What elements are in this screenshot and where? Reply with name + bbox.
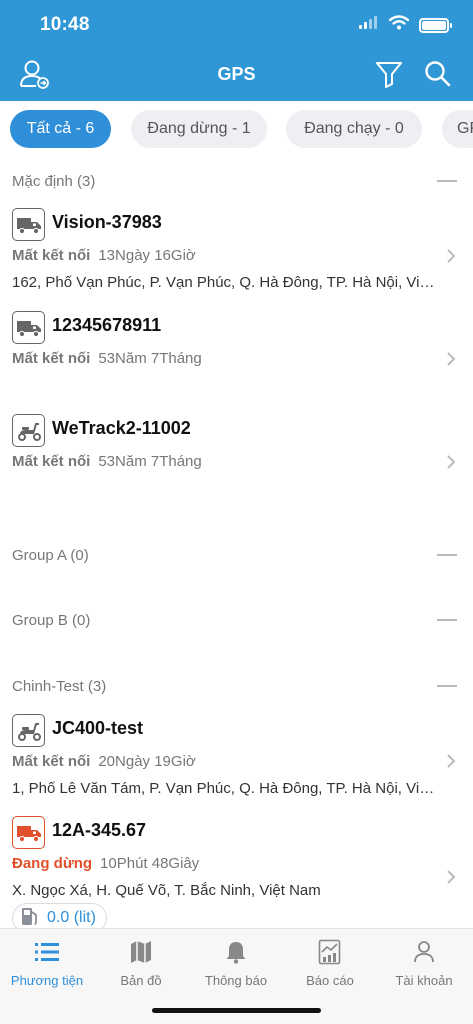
- status-duration: 13Ngày 16Giờ: [98, 247, 196, 264]
- chevron-right-icon: [444, 868, 458, 886]
- device-address: 1, Phố Lê Văn Tám, P. Vạn Phúc, Q. Hà Đô…: [12, 780, 436, 797]
- device-row[interactable]: JC400-test Mất kết nối 20Ngày 19Giờ 1, Ph…: [12, 714, 458, 814]
- bell-icon: [189, 937, 283, 967]
- truck-icon: [12, 816, 45, 849]
- device-name: WeTrack2-11002: [52, 418, 191, 438]
- device-name: JC400-test: [52, 718, 144, 738]
- group-title: Group A (0): [12, 546, 89, 564]
- tab-label: Bản đồ: [120, 973, 162, 988]
- group-title: Mặc định (3): [12, 172, 96, 190]
- group-header-group-b[interactable]: Group B (0): [12, 608, 457, 632]
- user-icon: [377, 937, 471, 967]
- app-header: 10:48 GPS: [0, 0, 473, 101]
- device-row[interactable]: Vision-37983 Mất kết nối 13Ngày 16Giờ 162…: [12, 208, 458, 308]
- report-icon: [283, 937, 377, 967]
- chip-all[interactable]: Tất cả - 6: [10, 110, 111, 148]
- truck-icon: [12, 208, 45, 241]
- tab-account[interactable]: Tài khoản: [377, 937, 471, 988]
- group-title: Group B (0): [12, 611, 91, 629]
- status-filter-chips: Tất cả - 6 Đang dừng - 1 Đang chạy - 0 G…: [0, 101, 473, 159]
- tab-reports[interactable]: Báo cáo: [283, 937, 377, 988]
- status-duration: 53Năm 7Tháng: [98, 453, 202, 470]
- status-label: Đang dừng: [12, 855, 93, 872]
- device-row[interactable]: 12345678911 Mất kết nối 53Năm 7Tháng: [12, 311, 458, 407]
- chip-gps[interactable]: GP: [442, 110, 473, 148]
- collapse-icon: [437, 685, 457, 687]
- device-name: 12A-345.67: [52, 820, 147, 840]
- wifi-icon: [388, 15, 410, 35]
- battery-icon: [419, 17, 452, 33]
- tab-label: Thông báo: [204, 973, 268, 988]
- scooter-icon: [12, 414, 45, 447]
- device-address: X. Ngọc Xá, H. Quế Võ, T. Bắc Ninh, Việt…: [12, 882, 321, 899]
- device-status: Đang dừng 10Phút 48Giây: [12, 855, 199, 872]
- truck-icon: [12, 311, 45, 344]
- status-duration: 20Ngày 19Giờ: [98, 753, 196, 770]
- device-row[interactable]: 12A-345.67 Đang dừng 10Phút 48Giây X. Ngọ…: [12, 816, 458, 933]
- tab-label: Tài khoản: [395, 973, 453, 988]
- group-header-chinh-test[interactable]: Chinh-Test (3): [12, 674, 457, 698]
- scooter-icon: [12, 714, 45, 747]
- status-label: Mất kết nối: [12, 453, 91, 470]
- tab-vehicles[interactable]: Phương tiện: [0, 937, 94, 988]
- filter-button[interactable]: [373, 60, 405, 92]
- filter-icon: [375, 60, 403, 93]
- status-label: Mất kết nối: [12, 247, 91, 264]
- fuel-pump-icon: [21, 906, 39, 931]
- signal-icon: [359, 16, 379, 34]
- status-time: 10:48: [40, 14, 90, 35]
- device-name: 12345678911: [52, 315, 162, 335]
- device-address: 162, Phố Vạn Phúc, P. Vạn Phúc, Q. Hà Đô…: [12, 274, 436, 291]
- chip-stopped[interactable]: Đang dừng - 1: [131, 110, 267, 148]
- map-icon: [94, 937, 188, 967]
- chip-running[interactable]: Đang chạy - 0: [286, 110, 422, 148]
- device-status: Mất kết nối 13Ngày 16Giờ: [12, 247, 196, 264]
- chevron-right-icon: [444, 453, 458, 471]
- device-status: Mất kết nối 20Ngày 19Giờ: [12, 753, 196, 770]
- home-indicator: [152, 1008, 321, 1013]
- status-duration: 53Năm 7Tháng: [98, 350, 202, 367]
- collapse-icon: [437, 554, 457, 556]
- device-status: Mất kết nối 53Năm 7Tháng: [12, 453, 202, 470]
- chevron-right-icon: [444, 247, 458, 265]
- device-status: Mất kết nối 53Năm 7Tháng: [12, 350, 202, 367]
- status-label: Mất kết nối: [12, 350, 91, 367]
- search-icon: [424, 60, 452, 93]
- group-header-group-a[interactable]: Group A (0): [12, 543, 457, 567]
- tab-notifications[interactable]: Thông báo: [189, 937, 283, 988]
- device-name: Vision-37983: [52, 212, 162, 232]
- group-title: Chinh-Test (3): [12, 677, 107, 695]
- chevron-right-icon: [444, 350, 458, 368]
- tab-label: Phương tiện: [10, 973, 84, 988]
- status-duration: 10Phút 48Giây: [100, 855, 200, 872]
- collapse-icon: [437, 180, 457, 182]
- status-label: Mất kết nối: [12, 753, 91, 770]
- list-icon: [0, 937, 94, 967]
- tab-map[interactable]: Bản đồ: [94, 937, 188, 988]
- device-row[interactable]: WeTrack2-11002 Mất kết nối 53Năm 7Tháng: [12, 414, 458, 510]
- collapse-icon: [437, 619, 457, 621]
- chevron-right-icon: [444, 752, 458, 770]
- status-icons: [359, 15, 452, 35]
- tab-label: Báo cáo: [306, 973, 354, 988]
- search-button[interactable]: [422, 60, 454, 92]
- group-header-default[interactable]: Mặc định (3): [12, 169, 457, 193]
- fuel-value: 0.0 (lit): [47, 909, 96, 926]
